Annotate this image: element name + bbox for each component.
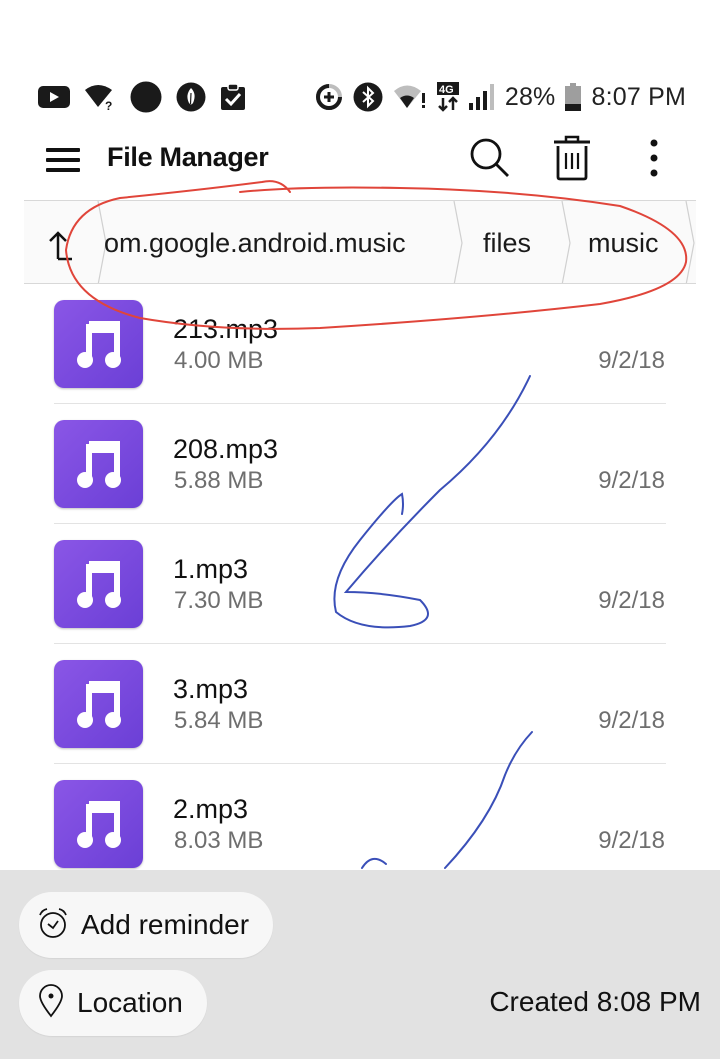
breadcrumb-separator xyxy=(685,201,695,283)
clock: 8:07 PM xyxy=(591,82,686,111)
file-date: 9/2/18 xyxy=(598,587,665,614)
file-size: 5.84 MB xyxy=(174,707,264,734)
bottom-panel: Add reminder Location Created 8:08 PM xyxy=(0,870,720,1059)
file-name: 1.mp3 xyxy=(173,554,249,584)
music-note-icon xyxy=(54,540,143,628)
music-note-icon xyxy=(54,300,143,388)
file-row[interactable]: 3.mp3 5.84 MB 9/2/18 xyxy=(0,644,720,764)
hamburger-menu-icon[interactable] xyxy=(46,144,82,174)
file-name: 208.mp3 xyxy=(173,434,279,464)
svg-text:4G: 4G xyxy=(439,84,454,96)
music-note-icon xyxy=(54,780,143,868)
file-row[interactable]: 213.mp3 4.00 MB 9/2/18 xyxy=(0,284,720,404)
leaf-icon xyxy=(176,82,206,112)
clipboard-check-icon xyxy=(220,83,246,111)
battery-icon xyxy=(565,83,582,111)
file-size: 4.00 MB xyxy=(174,347,264,374)
wifi-unknown-icon: ? xyxy=(84,83,116,111)
navigate-up-button[interactable] xyxy=(44,227,84,263)
breadcrumb-item-files[interactable]: files xyxy=(483,201,531,283)
file-list: 213.mp3 4.00 MB 9/2/18 208.mp3 5.88 MB 9… xyxy=(0,284,720,870)
music-note-icon xyxy=(54,660,143,748)
created-timestamp: Created 8:08 PM xyxy=(489,986,701,1017)
file-date: 9/2/18 xyxy=(598,827,665,854)
music-note-icon xyxy=(54,420,143,508)
alarm-clock-icon xyxy=(37,907,69,944)
app-bar: File Manager xyxy=(0,130,720,192)
more-vert-icon xyxy=(648,138,660,183)
location-button[interactable]: Location xyxy=(19,970,207,1036)
up-arrow-icon xyxy=(44,231,84,267)
breadcrumb-separator xyxy=(561,201,571,283)
wifi-alert-icon xyxy=(393,83,427,111)
add-reminder-button[interactable]: Add reminder xyxy=(19,892,274,958)
location-pin-icon xyxy=(37,983,65,1023)
data-saver-icon xyxy=(315,83,343,111)
bluetooth-icon xyxy=(353,82,383,112)
battery-percent: 28% xyxy=(504,82,556,111)
breadcrumb-item-package[interactable]: om.google.android.music xyxy=(104,201,406,283)
file-name: 2.mp3 xyxy=(173,794,249,824)
file-date: 9/2/18 xyxy=(598,707,665,734)
file-size: 5.88 MB xyxy=(174,467,264,494)
app-title: File Manager xyxy=(107,142,269,172)
file-name: 3.mp3 xyxy=(173,674,249,704)
lte-4g-icon: 4G xyxy=(436,82,459,112)
status-bar: ? 4G 28% 8:07 PM xyxy=(0,78,720,116)
black-circle-icon xyxy=(130,81,162,113)
more-options-button[interactable] xyxy=(630,136,678,184)
search-icon xyxy=(468,136,512,185)
signal-icon xyxy=(468,83,495,111)
file-name: 213.mp3 xyxy=(173,314,279,344)
file-row[interactable]: 208.mp3 5.88 MB 9/2/18 xyxy=(0,404,720,524)
add-reminder-label: Add reminder xyxy=(81,909,250,940)
file-row[interactable]: 2.mp3 8.03 MB 9/2/18 xyxy=(0,764,720,870)
file-date: 9/2/18 xyxy=(598,347,665,374)
search-button[interactable] xyxy=(466,136,514,184)
delete-button[interactable] xyxy=(548,135,596,186)
breadcrumb-item-music[interactable]: music xyxy=(588,201,659,283)
file-size: 7.30 MB xyxy=(174,587,264,614)
location-label: Location xyxy=(77,987,183,1018)
file-row[interactable]: 1.mp3 7.30 MB 9/2/18 xyxy=(0,524,720,644)
trash-icon xyxy=(552,135,592,186)
youtube-icon xyxy=(38,85,70,109)
file-date: 9/2/18 xyxy=(598,467,665,494)
breadcrumb: om.google.android.music files music xyxy=(24,200,696,284)
svg-text:?: ? xyxy=(105,99,112,111)
breadcrumb-separator xyxy=(453,201,463,283)
file-size: 8.03 MB xyxy=(174,827,264,854)
